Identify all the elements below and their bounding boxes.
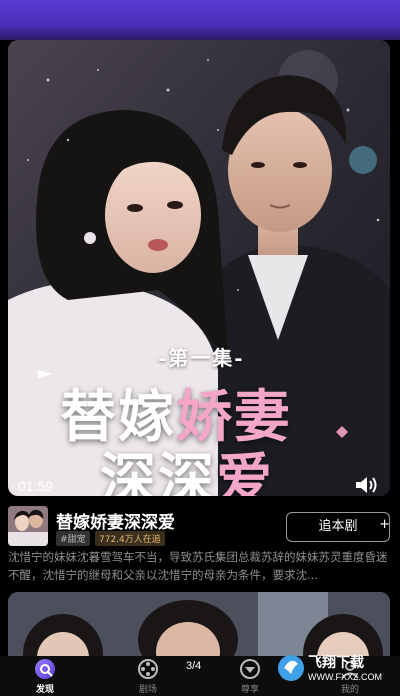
genre-tag[interactable]: #甜宠 — [56, 531, 90, 546]
watermark-url: WWW.FXXZ.COM — [308, 672, 382, 682]
watermark-text: 飞翔下载 — [308, 655, 364, 671]
drama-title[interactable]: 替嫁娇妻深深爱 — [56, 508, 175, 533]
video-player[interactable]: -第一集- 替嫁娇妻 深深爱 — [8, 40, 390, 496]
viewers-tag: 772.4万人在追 — [95, 531, 165, 546]
watermark-logo-icon — [278, 655, 304, 681]
drama-thumbnail-image — [8, 506, 48, 546]
drama-thumbnail[interactable] — [8, 506, 48, 546]
video-title-overlay-line2: 深深爱 — [100, 435, 274, 496]
playback-time: 01:59 — [18, 478, 54, 494]
page-indicator: 3/4 — [186, 660, 202, 672]
site-watermark: 飞翔下载 WWW.FXXZ.COM — [276, 648, 396, 692]
theater-icon — [138, 659, 158, 679]
episode-label: -第一集- — [158, 346, 245, 370]
volume-icon[interactable] — [354, 474, 380, 496]
nav-tab-discover[interactable]: 发现 — [15, 658, 75, 695]
drama-description[interactable]: 沈惜宁的妹妹沈暮雪驾车不当，导致苏氏集团总裁苏辞的妹妹苏灵重度昏迷不醒，沈惜宁的… — [8, 548, 392, 584]
plus-icon: + — [379, 517, 390, 532]
nav-tab-theater[interactable]: 剧场 — [118, 658, 178, 695]
follow-button-label: 追本剧 — [318, 519, 358, 534]
vip-icon — [240, 659, 260, 679]
drama-info-row: 替嫁娇妻深深爱 #甜宠 772.4万人在追 追本剧 + — [8, 506, 392, 546]
follow-drama-button[interactable]: 追本剧 + — [286, 512, 390, 542]
nav-tab-vip[interactable]: 尊享 — [220, 658, 280, 695]
nav-label-theater: 剧场 — [138, 685, 157, 695]
nav-label-discover: 发现 — [35, 685, 54, 695]
title-line2-pink: 爱 — [216, 447, 274, 496]
status-bar-gradient — [0, 0, 400, 40]
nav-label-vip: 尊享 — [240, 685, 259, 695]
discover-icon — [35, 659, 55, 679]
title-line2-white: 深深 — [100, 447, 216, 496]
